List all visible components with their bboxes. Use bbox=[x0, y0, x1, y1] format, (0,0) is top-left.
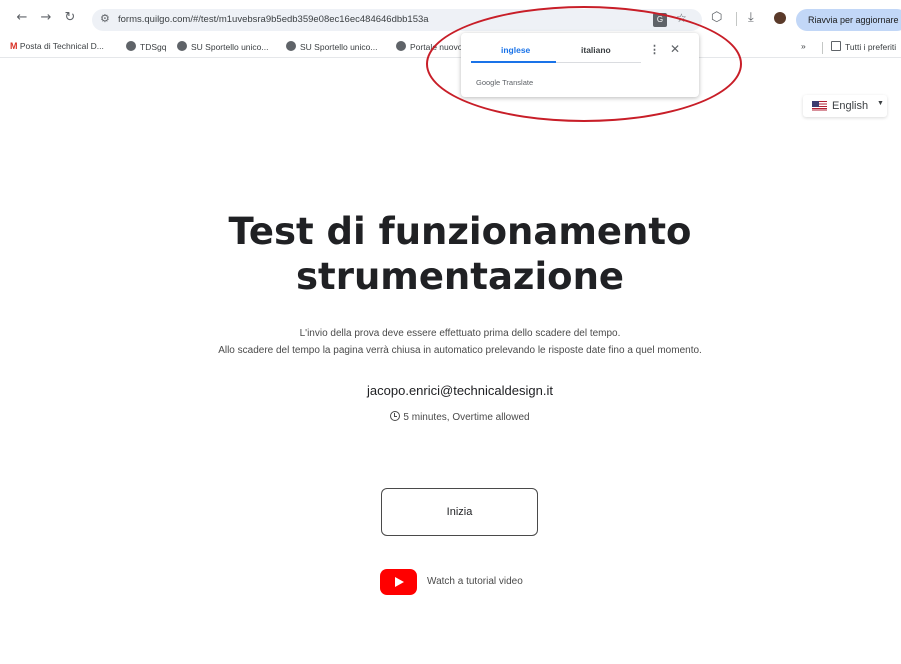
test-description: L'invio della prova deve essere effettua… bbox=[0, 325, 901, 359]
forward-icon[interactable]: → bbox=[38, 10, 54, 26]
bookmark-item[interactable]: Portale nuovo bbox=[396, 41, 462, 52]
close-icon[interactable]: ✕ bbox=[670, 42, 680, 56]
globe-icon bbox=[177, 41, 187, 51]
title-line: strumentazione bbox=[295, 255, 624, 298]
page-title: Test di funzionamento strumentazione bbox=[0, 209, 901, 299]
tutorial-video-link[interactable]: Watch a tutorial video bbox=[380, 569, 560, 595]
translate-brand: Google Translate bbox=[476, 78, 534, 87]
globe-icon bbox=[126, 41, 136, 51]
gmail-icon: M bbox=[10, 41, 18, 51]
clock-icon bbox=[390, 411, 401, 421]
description-line: L'invio della prova deve essere effettua… bbox=[299, 328, 621, 339]
test-duration: 5 minutes, Overtime allowed bbox=[0, 411, 901, 423]
bookmarks-bar: M Posta di Technical D... TDSgq SU Sport… bbox=[0, 36, 901, 58]
tab-source-language[interactable]: inglese bbox=[501, 45, 530, 55]
url-text: forms.quilgo.com/#/test/m1uvebsra9b5edb3… bbox=[118, 14, 429, 25]
bookmark-star-icon[interactable]: ☆ bbox=[676, 11, 687, 25]
youtube-play-icon bbox=[380, 569, 417, 595]
extensions-icon[interactable]: ⬡ bbox=[711, 10, 722, 25]
more-options-icon[interactable]: ⋮ bbox=[649, 43, 660, 56]
bookmark-item[interactable]: SU Sportello unico... bbox=[177, 41, 268, 52]
update-button[interactable]: Riavvia per aggiornare bbox=[796, 9, 901, 31]
folder-icon bbox=[831, 41, 841, 51]
translate-icon[interactable]: G bbox=[653, 13, 667, 27]
back-icon[interactable]: ← bbox=[14, 10, 30, 26]
profile-avatar[interactable] bbox=[774, 12, 786, 24]
start-button[interactable]: Inizia bbox=[381, 488, 538, 536]
bookmark-item[interactable]: M Posta di Technical D... bbox=[10, 41, 104, 51]
reload-icon[interactable]: ↻ bbox=[62, 10, 78, 26]
address-bar[interactable]: ⚙ forms.quilgo.com/#/test/m1uvebsra9b5ed… bbox=[92, 9, 702, 31]
title-line: Test di funzionamento bbox=[228, 210, 692, 253]
us-flag-icon bbox=[812, 101, 827, 111]
browser-toolbar: ← → ↻ ⚙ forms.quilgo.com/#/test/m1uvebsr… bbox=[0, 0, 901, 36]
duration-text: 5 minutes, Overtime allowed bbox=[403, 412, 530, 423]
globe-icon bbox=[286, 41, 296, 51]
bookmark-item[interactable]: SU Sportello unico... bbox=[286, 41, 377, 52]
tutorial-label: Watch a tutorial video bbox=[427, 576, 523, 587]
toolbar-separator bbox=[736, 12, 737, 26]
globe-icon bbox=[396, 41, 406, 51]
translate-popup: inglese italiano ⋮ ✕ Google Translate bbox=[461, 33, 699, 97]
active-tab-indicator bbox=[471, 61, 556, 63]
language-selector[interactable]: English ▼ bbox=[803, 95, 887, 117]
bookmarks-separator bbox=[822, 42, 823, 54]
caret-down-icon: ▼ bbox=[877, 100, 884, 107]
all-bookmarks-button[interactable]: Tutti i preferiti bbox=[831, 41, 896, 52]
bookmark-item[interactable]: TDSgq bbox=[126, 41, 166, 52]
description-line: Allo scadere del tempo la pagina verrà c… bbox=[218, 345, 702, 356]
language-label: English bbox=[832, 100, 869, 112]
site-settings-icon[interactable]: ⚙ bbox=[100, 12, 110, 25]
bookmarks-overflow-button[interactable]: » bbox=[801, 41, 806, 51]
download-icon[interactable]: ⤓ bbox=[748, 10, 754, 25]
user-email: jacopo.enrici@technicaldesign.it bbox=[367, 383, 553, 398]
tab-target-language[interactable]: italiano bbox=[581, 45, 611, 55]
